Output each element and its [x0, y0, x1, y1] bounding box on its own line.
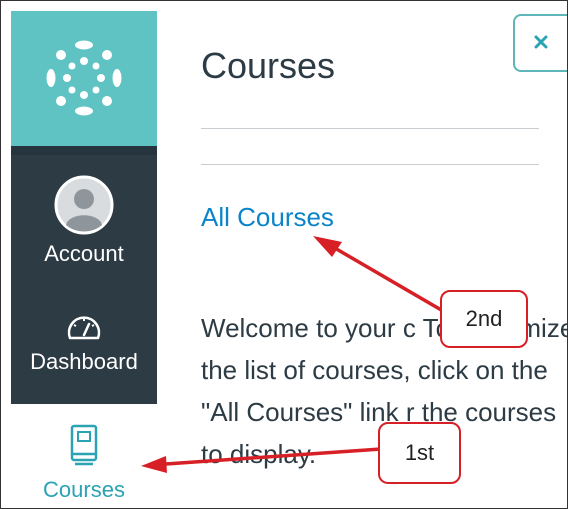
annotation-arrows [141, 236, 445, 473]
callout-1st: 1st [378, 422, 461, 484]
callout-2nd: 2nd [440, 290, 528, 348]
screenshot-frame: Account Dashboard Courses Courses All Co… [0, 0, 568, 509]
